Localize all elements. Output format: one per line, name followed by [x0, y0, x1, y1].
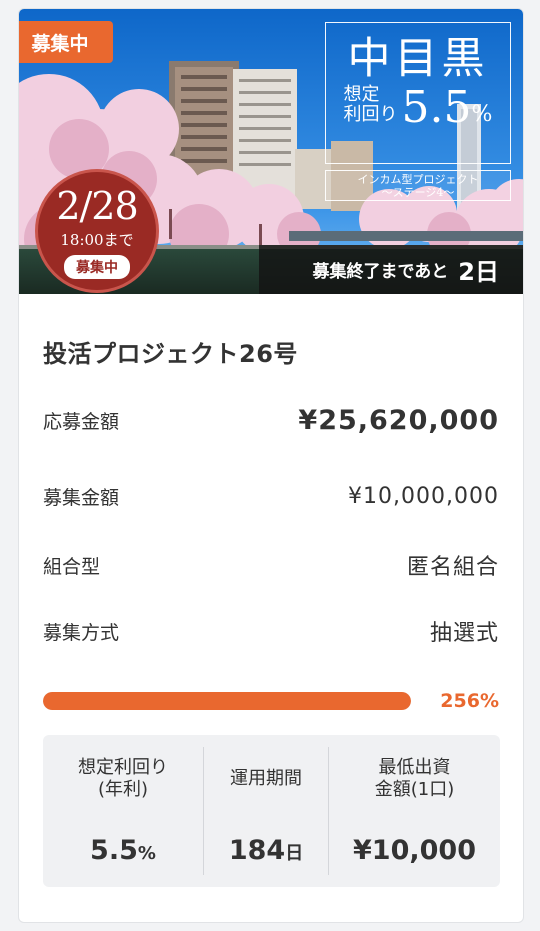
applied-amount-value: ¥25,620,000: [298, 405, 499, 436]
project-type-line-1: インカム型プロジェクト: [357, 173, 479, 186]
hero-yield-label-line-2: 利回り: [343, 104, 398, 125]
stat-value: 5.5%: [43, 835, 203, 866]
deadline-countdown: 募集終了まであと 2日: [259, 245, 523, 294]
stat-label-line-1: 運用期間: [230, 768, 302, 789]
project-type-box: インカム型プロジェクト 〜ステージ4〜: [325, 170, 511, 201]
hero-yield-label: 想定 利回り: [344, 85, 398, 125]
stat-label-line-1: 最低出資: [378, 757, 451, 778]
row-label: 応募金額: [43, 411, 120, 433]
stat-unit: %: [137, 843, 156, 864]
stat-number: 184: [228, 835, 286, 866]
deadline-date-badge: 2/28 18:00まで 募集中: [35, 169, 159, 293]
stat-label-line-1: 想定利回り: [78, 757, 168, 778]
partnership-type-value: 匿名組合: [406, 555, 499, 580]
project-title: 投活プロジェクト26号: [43, 340, 298, 368]
row-label: 募集金額: [43, 487, 120, 509]
stat-value: ¥10,000: [329, 835, 500, 866]
target-amount-value: ¥10,000,000: [348, 484, 499, 509]
partnership-type-row: 組合型 匿名組合: [43, 549, 499, 581]
stat-minimum-investment: 最低出資 金額(1口) ¥10,000: [328, 747, 500, 875]
target-amount-row: 募集金額 ¥10,000,000: [43, 483, 499, 510]
area-name: 中目黒: [347, 34, 489, 84]
stat-label: 運用期間: [204, 747, 328, 811]
countdown-days: 2日: [458, 258, 499, 286]
progress-fill: [43, 692, 411, 710]
hero-yield: 想定 利回り 5.5 %: [326, 85, 510, 131]
stat-number: 5.5: [90, 835, 138, 866]
hero-yield-label-line-1: 想定: [343, 84, 380, 105]
badge-status-pill: 募集中: [64, 255, 130, 279]
project-type-line-2: 〜ステージ4〜: [381, 186, 455, 199]
stat-label-line-2: (年利): [97, 779, 149, 800]
hero-yield-value: 5.5: [401, 82, 472, 133]
progress-track: [43, 692, 411, 710]
key-stats-panel: 想定利回り (年利) 5.5% 運用期間 184日 最低出資 金額(1口) ¥1…: [43, 735, 500, 887]
stat-value: 184日: [204, 835, 328, 866]
hero-title-box: 中目黒 想定 利回り 5.5 %: [325, 22, 511, 164]
stat-label-line-2: 金額(1口): [374, 779, 455, 800]
recruiting-tag: 募集中: [19, 21, 113, 63]
deadline-time: 18:00まで: [60, 231, 134, 249]
row-label: 募集方式: [43, 621, 120, 644]
stat-label: 想定利回り (年利): [43, 747, 203, 811]
deadline-date: 2/28: [56, 184, 138, 228]
recruit-method-row: 募集方式 抽選式: [43, 615, 499, 647]
recruit-method-value: 抽選式: [429, 621, 499, 646]
applied-amount-row: 応募金額 ¥25,620,000: [43, 405, 499, 436]
funding-progress: 256%: [43, 690, 499, 712]
stat-expected-yield: 想定利回り (年利) 5.5%: [43, 747, 203, 875]
row-label: 組合型: [43, 555, 101, 578]
project-card[interactable]: 募集中 2/28 18:00まで 募集中 中目黒 想定 利回り 5.5 % イン…: [18, 8, 524, 923]
stat-unit: 日: [285, 843, 304, 864]
progress-percent: 256%: [440, 690, 499, 712]
hero-image: 募集中 2/28 18:00まで 募集中 中目黒 想定 利回り 5.5 % イン…: [19, 9, 523, 294]
stat-operation-period: 運用期間 184日: [203, 747, 328, 875]
stat-number: ¥10,000: [353, 835, 476, 866]
stat-label: 最低出資 金額(1口): [329, 747, 500, 811]
hero-yield-unit: %: [471, 102, 493, 127]
countdown-label: 募集終了まであと: [312, 262, 449, 282]
